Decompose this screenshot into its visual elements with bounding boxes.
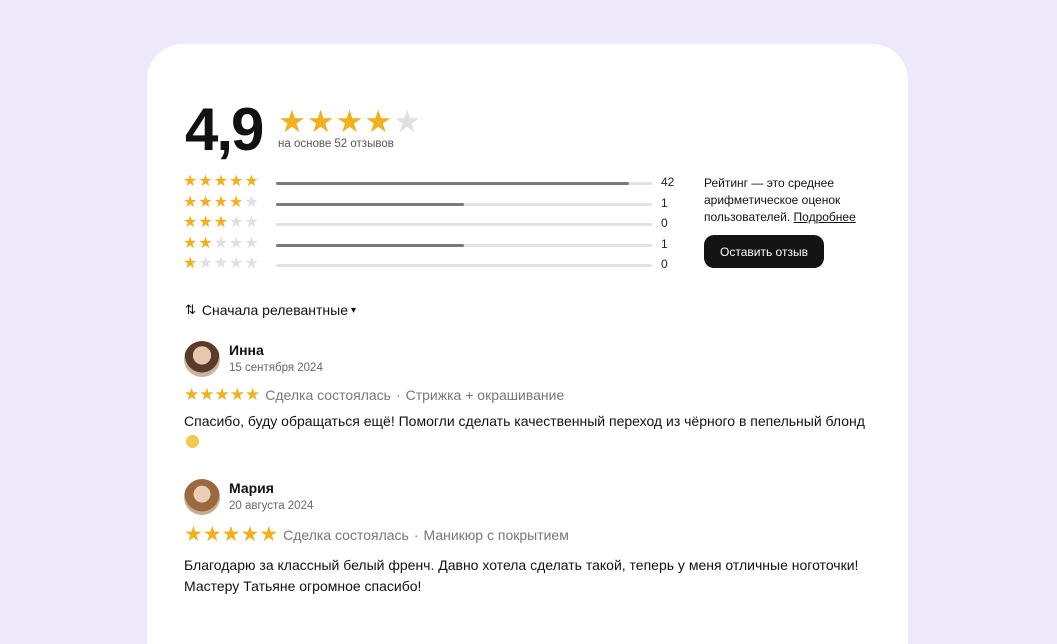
star-filled-icon: ★ bbox=[198, 193, 213, 211]
star-filled-icon: ★ bbox=[199, 385, 215, 404]
star-filled-icon: ★ bbox=[229, 193, 244, 211]
distribution-bar-track bbox=[276, 264, 652, 267]
distribution-bar-track bbox=[276, 182, 652, 185]
review-date: 20 августа 2024 bbox=[229, 500, 314, 512]
distribution-row-1: ★ ★ ★ ★ ★ 0 bbox=[183, 256, 683, 277]
rating-info: Рейтинг — это среднее арифметическое оце… bbox=[704, 175, 884, 268]
reviewer-name: Мария bbox=[229, 480, 274, 496]
leave-review-button[interactable]: Оставить отзыв bbox=[704, 235, 824, 268]
star-filled-icon: ★ bbox=[278, 104, 306, 139]
chevron-down-icon: ▾ bbox=[351, 304, 357, 316]
service-name: Стрижка + окрашивание bbox=[405, 386, 565, 403]
distribution-row-3: ★ ★ ★ ★ ★ 0 bbox=[183, 215, 683, 236]
star-filled-icon: ★ bbox=[229, 173, 244, 190]
reviewer-name: Инна bbox=[229, 342, 264, 358]
review-date: 15 сентября 2024 bbox=[229, 362, 323, 374]
star-filled-icon: ★ bbox=[183, 173, 198, 190]
distribution-stars-2: ★ ★ ★ ★ ★ bbox=[183, 234, 259, 252]
star-empty-icon: ★ bbox=[229, 214, 244, 231]
distribution-row-4: ★ ★ ★ ★ ★ 1 bbox=[183, 193, 683, 216]
distribution-bar-track bbox=[276, 243, 652, 247]
separator-dot: · bbox=[395, 386, 401, 403]
rating-explanation: Рейтинг — это среднее арифметическое оце… bbox=[704, 175, 884, 226]
review-stars: ★ ★ ★ ★ ★ bbox=[184, 524, 278, 545]
distribution-count: 1 bbox=[661, 236, 668, 251]
distribution-row-5: ★ ★ ★ ★ ★ 42 bbox=[183, 174, 683, 195]
smiling-face-emoji-icon bbox=[186, 435, 199, 448]
star-filled-icon: ★ bbox=[198, 173, 213, 190]
star-filled-icon: ★ bbox=[244, 173, 259, 190]
sort-label: Сначала релевантные bbox=[201, 302, 349, 318]
reviews-card: 4,9 ★ ★ ★ ★ ★ на основе 52 отзывов ★ ★ ★ ★ ★ 42 … bbox=[147, 44, 908, 644]
star-filled-icon: ★ bbox=[259, 523, 279, 546]
star-filled-icon: ★ bbox=[183, 214, 198, 231]
star-filled-icon: ★ bbox=[245, 385, 261, 404]
star-filled-icon: ★ bbox=[183, 255, 198, 272]
star-filled-icon: ★ bbox=[229, 385, 245, 404]
star-filled-icon: ★ bbox=[221, 523, 241, 546]
star-empty-icon: ★ bbox=[229, 234, 244, 252]
star-filled-icon: ★ bbox=[198, 214, 213, 231]
star-filled-icon: ★ bbox=[306, 104, 335, 139]
star-filled-icon: ★ bbox=[198, 234, 213, 252]
review-text: Благодарю за классный белый френч. Давно… bbox=[184, 557, 859, 594]
distribution-bar-fill bbox=[276, 182, 630, 185]
distribution-row-2: ★ ★ ★ ★ ★ 1 bbox=[183, 234, 683, 257]
sort-arrows-icon: ⇅ bbox=[185, 302, 196, 317]
distribution-count: 0 bbox=[661, 257, 668, 271]
average-rating: 4,9 bbox=[185, 96, 264, 163]
star-filled-icon: ★ bbox=[214, 385, 230, 404]
avatar bbox=[184, 341, 220, 377]
distribution-bar-fill bbox=[276, 243, 464, 247]
star-empty-icon: ★ bbox=[244, 193, 259, 211]
distribution-bar-track bbox=[276, 202, 652, 206]
star-filled-icon: ★ bbox=[213, 214, 229, 231]
star-filled-icon: ★ bbox=[202, 523, 222, 546]
star-empty-icon: ★ bbox=[229, 255, 244, 272]
star-empty-icon: ★ bbox=[213, 234, 229, 252]
service-name: Маникюр с покрытием bbox=[423, 526, 569, 543]
star-filled-icon: ★ bbox=[364, 104, 393, 139]
distribution-count: 0 bbox=[661, 216, 668, 230]
distribution-bar-fill bbox=[276, 202, 464, 206]
reviews-count-text: на основе 52 отзывов bbox=[278, 138, 394, 150]
star-empty-icon: ★ bbox=[244, 255, 259, 272]
separator-dot: · bbox=[413, 526, 419, 543]
star-filled-icon: ★ bbox=[240, 523, 260, 546]
star-filled-icon: ★ bbox=[213, 173, 229, 190]
star-filled-icon: ★ bbox=[183, 193, 198, 211]
distribution-count: 42 bbox=[661, 175, 675, 189]
avatar bbox=[184, 479, 220, 515]
deal-status: Сделка состоялась bbox=[283, 526, 409, 543]
distribution-count: 1 bbox=[661, 195, 668, 210]
distribution-bar-track bbox=[276, 223, 652, 226]
sort-dropdown[interactable]: ⇅ Сначала релевантные ▾ bbox=[185, 302, 356, 318]
deal-status: Сделка состоялась bbox=[265, 386, 391, 403]
star-empty-icon: ★ bbox=[213, 255, 229, 272]
distribution-stars-5: ★ ★ ★ ★ ★ bbox=[183, 174, 259, 190]
star-empty-icon: ★ bbox=[244, 214, 259, 231]
more-info-link[interactable]: Подробнее bbox=[794, 210, 856, 224]
star-filled-icon: ★ bbox=[184, 385, 200, 404]
star-filled-icon: ★ bbox=[183, 234, 198, 252]
review-meta: ★ ★ ★ ★ ★ Сделка состоялась · Маникюр с покр… bbox=[184, 524, 569, 545]
review-stars: ★ ★ ★ ★ ★ bbox=[184, 386, 260, 403]
star-empty-icon: ★ bbox=[393, 104, 421, 139]
review-meta: ★ ★ ★ ★ ★ Сделка состоялась · Стрижка + окра… bbox=[184, 386, 564, 403]
distribution-stars-4: ★ ★ ★ ★ ★ bbox=[183, 193, 259, 211]
star-filled-icon: ★ bbox=[335, 104, 364, 139]
star-filled-icon: ★ bbox=[184, 523, 203, 546]
distribution-stars-3: ★ ★ ★ ★ ★ bbox=[183, 215, 259, 231]
star-empty-icon: ★ bbox=[244, 234, 259, 252]
rating-distribution: ★ ★ ★ ★ ★ 42 ★ ★ ★ ★ ★ 1 ★ ★ ★ ★ ★ 0 ★ ★ ★ ★ ★ 1 ★ ★ ★ ★ ★ 0 bbox=[183, 174, 683, 277]
review-text-block: Спасибо, буду обращаться ещё! Помогли сд… bbox=[184, 411, 874, 453]
average-rating-stars: ★ ★ ★ ★ ★ bbox=[278, 106, 421, 137]
distribution-stars-1: ★ ★ ★ ★ ★ bbox=[183, 256, 259, 272]
star-filled-icon: ★ bbox=[213, 193, 229, 211]
review-text: Спасибо, буду обращаться ещё! Помогли сд… bbox=[184, 413, 865, 429]
star-empty-icon: ★ bbox=[198, 255, 213, 272]
